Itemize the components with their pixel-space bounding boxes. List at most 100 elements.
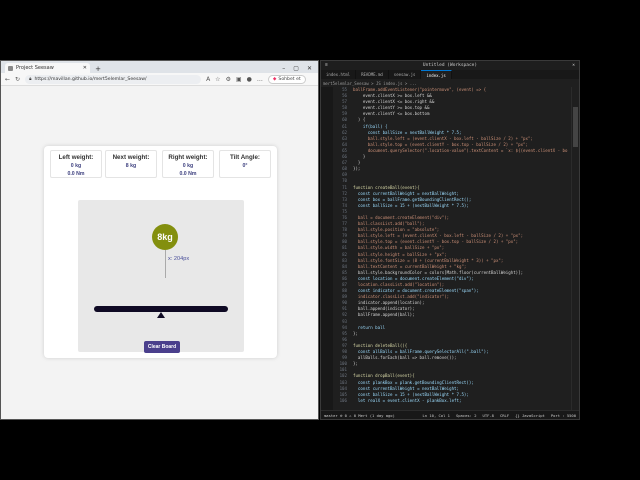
lock-icon: 🔒︎: [29, 77, 32, 82]
seesaw-card: Left weight: 0 kg 0.0 Nm Next weight: 8 …: [44, 146, 277, 358]
line-text: event.clientY >= box.top &&: [353, 105, 430, 111]
window-controls: – ▢ ✕: [282, 63, 318, 73]
back-icon[interactable]: ←: [5, 76, 10, 83]
scrollbar-thumb[interactable]: [573, 107, 578, 147]
code-line: 106 let realX = event.clientX - plankBox…: [333, 398, 571, 404]
maximize-icon[interactable]: ▢: [293, 65, 299, 72]
activity-bar: [321, 87, 333, 410]
editor-tab[interactable]: seesaw.js: [389, 70, 422, 79]
new-tab-button[interactable]: +: [93, 65, 103, 73]
read-aloud-icon[interactable]: A: [206, 76, 210, 83]
address-bar[interactable]: 🔒︎ https://mavillan.github.io/mert5eleml…: [25, 74, 202, 84]
code-area[interactable]: 55 ballFrame.addEventListener("pointermov…: [333, 87, 571, 410]
extensions-icon[interactable]: ⚙: [226, 76, 231, 83]
copilot-button[interactable]: ◆ Sohbet et: [267, 74, 306, 84]
line-text: ball.classList.add("ball");: [353, 221, 425, 227]
more-icon[interactable]: …: [257, 76, 263, 83]
line-text: ball = document.createElement("div");: [353, 214, 450, 220]
tab-title: Project Seesaw: [16, 65, 54, 71]
line-text: ball.style.width = ballSize + "px";: [353, 245, 445, 251]
url-text: https://mavillan.github.io/mert5elemlar_…: [34, 76, 147, 82]
line-text: ballFrame.addEventListener("pointermove"…: [353, 87, 487, 92]
page-favicon-icon: [8, 65, 13, 71]
left-weight-label: Left weight:: [58, 154, 94, 161]
status-bar: master ⊗ 0 ⚠ 0 Mert (1 day ago) Ln 10, C…: [321, 410, 579, 419]
editor-tab[interactable]: index.js: [421, 70, 452, 79]
left-torque-value: 0.0 Nm: [67, 171, 85, 177]
line-text: event.clientY <= box.bottom: [353, 111, 430, 117]
favorite-icon[interactable]: ☆: [215, 76, 220, 83]
line-text: return ball: [353, 324, 386, 330]
line-text: ball.style.top = (event.clientY - box.to…: [353, 141, 528, 147]
next-weight-value: 8 kg: [125, 163, 137, 169]
editor-title: Untitled (Workspace): [422, 63, 478, 68]
location-value: x: 204px: [168, 256, 190, 262]
line-text: }: [353, 160, 361, 166]
browser-window: Project Seesaw ✕ + – ▢ ✕ ← ↻ 🔒︎ https://…: [0, 60, 319, 420]
line-text: const currentBallWeight = nextBallWeight…: [353, 190, 459, 196]
copilot-icon: ◆: [272, 76, 277, 82]
status-right: Ln 10, Col 1 Spaces: 2 UTF-8 CRLF {} JavaScr…: [423, 413, 576, 418]
line-text: indicator.classList.add("indicator");: [353, 294, 450, 300]
status-item[interactable]: {} JavaScript: [515, 413, 545, 418]
line-text: let realX = event.clientX - plankBox.lef…: [353, 397, 462, 403]
profile-icon[interactable]: ●: [247, 76, 252, 83]
code-line: 65 document.querySelector(".location-val…: [333, 148, 571, 154]
browser-tabstrip: Project Seesaw ✕ + – ▢ ✕: [1, 61, 318, 73]
line-text: };: [353, 361, 358, 367]
line-text: ball.style.fontSize = (8 + (currentBallW…: [353, 257, 504, 263]
status-item[interactable]: Spaces: 2: [456, 413, 477, 418]
status-item[interactable]: CRLF: [500, 413, 509, 418]
copilot-label: Sohbet et: [278, 76, 301, 82]
line-text: const location = document.createElement(…: [353, 275, 474, 281]
line-text: ball.style.backgroundColor = colors[Math…: [353, 269, 524, 275]
line-text: indicator.append(location);: [353, 300, 425, 306]
line-text: ballFrame.append(ball);: [353, 312, 415, 318]
right-weight-label: Right weight:: [168, 154, 208, 161]
status-item[interactable]: Port : 5500: [551, 413, 576, 418]
preview-ball: 8kg: [152, 224, 178, 250]
line-text: if(ball) {: [353, 123, 388, 129]
line-text: function dropBall(event){: [353, 373, 415, 379]
editor-scrollbar[interactable]: [571, 87, 579, 410]
line-text: function createBall(event){: [353, 184, 420, 190]
line-text: ) {: [353, 117, 366, 123]
close-window-icon[interactable]: ✕: [307, 65, 312, 72]
line-text: const ballSize = 15 + (nextBallWeight * …: [353, 202, 469, 208]
tilt-angle-value: 0°: [242, 163, 248, 169]
next-weight-label: Next weight:: [112, 154, 150, 161]
status-left: master ⊗ 0 ⚠ 0 Mert (1 day ago): [324, 412, 395, 418]
status-item[interactable]: Ln 10, Col 1: [423, 413, 450, 418]
browser-tab[interactable]: Project Seesaw ✕: [5, 63, 90, 73]
left-weight-value: 0 kg: [70, 163, 82, 169]
editor-tabs: index.html README.md seesaw.js index.js: [321, 70, 579, 79]
editor-tab[interactable]: README.md: [356, 70, 389, 79]
tilt-angle-label: Tilt Angle:: [230, 154, 260, 161]
line-text: ball.style.top = (event.clientY - box.to…: [353, 239, 519, 245]
right-torque-value: 0.0 Nm: [179, 171, 197, 177]
minimize-icon[interactable]: –: [282, 65, 285, 72]
line-text: ball.style.height = ballSize + "px";: [353, 251, 447, 257]
line-text: event.clientX <= box.right &&: [353, 99, 435, 105]
seesaw-board[interactable]: 8kg x: 204px Clear Board: [78, 200, 244, 353]
line-text: const ballSize = nextBallWeight * 7.5;: [353, 129, 462, 135]
reload-icon[interactable]: ↻: [15, 76, 20, 83]
editor-close-icon[interactable]: ✕: [572, 63, 575, 68]
line-text: ball.style.position = "absolute";: [353, 227, 440, 233]
status-item[interactable]: UTF-8: [483, 413, 494, 418]
editor-tab[interactable]: index.html: [321, 70, 357, 79]
line-text: const ballSize = 15 + (nextBallWeight * …: [353, 391, 469, 397]
left-weight-box: Left weight: 0 kg 0.0 Nm: [50, 150, 102, 178]
line-text: ball.textContent = currentBallWeight + "…: [353, 263, 467, 269]
line-text: function deleteBall(){: [353, 342, 408, 348]
line-text: allBalls.forEach(ball => ball.remove());: [353, 355, 457, 361]
address-row: ← ↻ 🔒︎ https://mavillan.github.io/mert5e…: [1, 73, 318, 86]
drop-indicator-line: [165, 250, 166, 278]
line-text: ball.style.left = (event.clientX - box.l…: [353, 135, 533, 141]
line-text: });: [353, 166, 361, 172]
page-viewport: Left weight: 0 kg 0.0 Nm Next weight: 8 …: [1, 86, 318, 419]
clear-board-button[interactable]: Clear Board: [144, 341, 180, 353]
close-tab-icon[interactable]: ✕: [83, 65, 87, 71]
collections-icon[interactable]: ▣: [236, 76, 242, 83]
line-text: }: [353, 154, 366, 160]
